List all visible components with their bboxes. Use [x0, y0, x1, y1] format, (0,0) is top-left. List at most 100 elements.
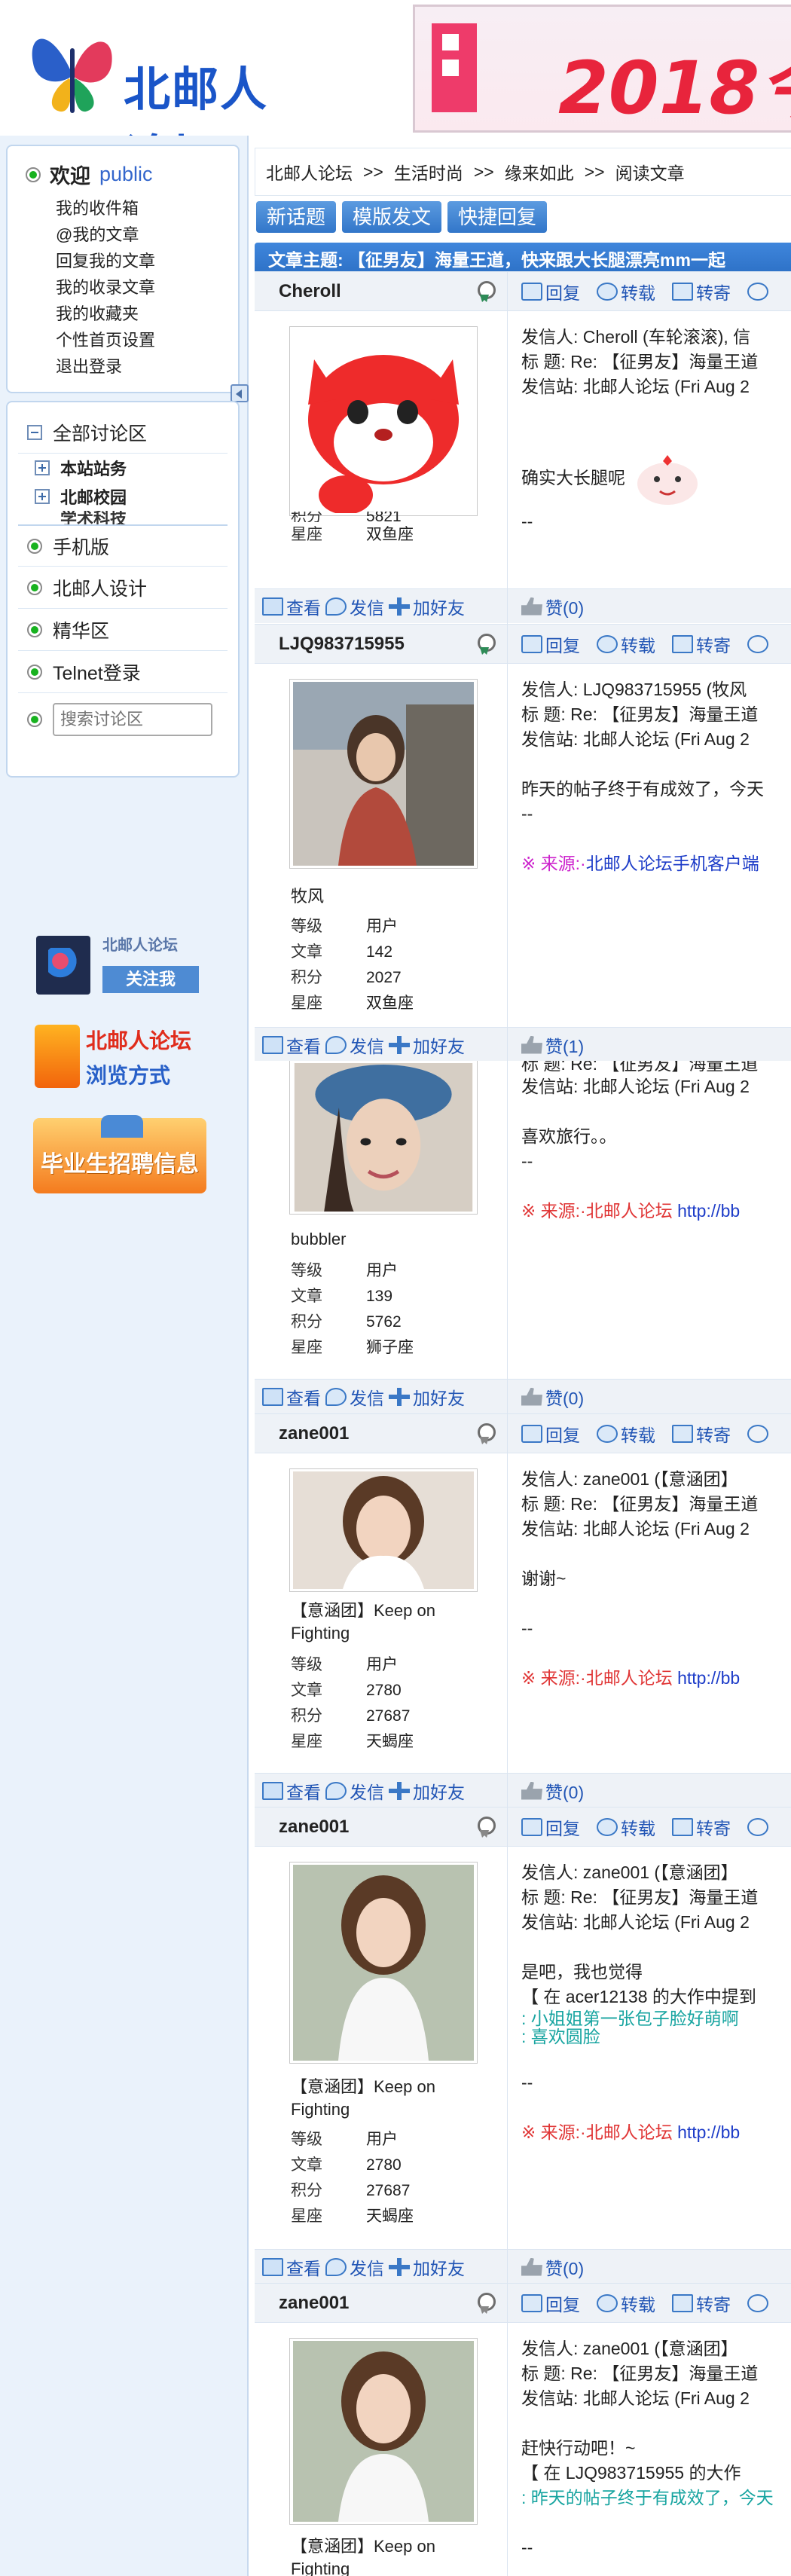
send-message-button[interactable]: 发信 [325, 2254, 384, 2280]
collapse-sidebar-button[interactable] [231, 384, 249, 402]
post: zane001 【意涵团】Keep on Fighting 等级 用户 文章 278… [255, 1413, 791, 1807]
like-button[interactable]: 赞(0) [521, 1778, 584, 1804]
view-profile-button[interactable]: 查看 [262, 1778, 321, 1804]
promo-follow-us[interactable]: 北邮人论坛 关注我 [33, 930, 206, 999]
quote-header: 【 在 LJQ983715955 的大作 [521, 2463, 741, 2483]
source-link[interactable]: 北邮人论坛手机客户端 [586, 854, 759, 873]
source-link[interactable]: http://bb [677, 1201, 740, 1221]
menu-homepage-settings[interactable]: 个性首页设置 [56, 327, 226, 353]
site-logo[interactable]: 北邮人论坛 [27, 18, 306, 185]
more-button[interactable] [747, 634, 768, 653]
post-author[interactable]: zane001 [279, 2293, 349, 2314]
send-message-button[interactable]: 发信 [325, 1778, 384, 1804]
action-label: 回复 [545, 635, 580, 655]
action-label: 回复 [545, 283, 580, 303]
send-to-button[interactable]: 转寄 [672, 1814, 731, 1840]
follow-button[interactable]: 关注我 [102, 966, 199, 993]
send-to-button[interactable]: 转寄 [672, 2290, 731, 2316]
thumbs-up-icon [521, 1387, 542, 1406]
menu-favorites[interactable]: 我的收藏夹 [56, 301, 226, 327]
menu-replies[interactable]: 回复我的文章 [56, 248, 226, 274]
forward-button[interactable]: 转载 [597, 279, 655, 304]
send-to-button[interactable]: 转寄 [672, 631, 731, 657]
breadcrumb-forum[interactable]: 北邮人论坛 [266, 159, 353, 185]
user-panel: 欢迎 public 我的收件箱 @我的文章 回复我的文章 我的收录文章 我的收藏… [6, 145, 240, 393]
reply-button[interactable]: 回复 [521, 1814, 580, 1840]
send-to-button[interactable]: 转寄 [672, 1421, 731, 1447]
quote-line: : 昨天的帖子终于有成效了，今天 [521, 2488, 774, 2507]
menu-inbox[interactable]: 我的收件箱 [56, 195, 226, 222]
new-topic-button[interactable]: 新话题 [256, 201, 337, 233]
board-item-academic[interactable]: 学术科技 [18, 511, 228, 524]
view-profile-button[interactable]: 查看 [262, 594, 321, 619]
view-profile-button[interactable]: 查看 [262, 1032, 321, 1058]
reply-button[interactable]: 回复 [521, 631, 580, 657]
forward-button[interactable]: 转载 [597, 1421, 655, 1447]
send-message-button[interactable]: 发信 [325, 1384, 384, 1410]
board-item-site-affairs[interactable]: 本站站务 [18, 454, 228, 482]
add-friend-button[interactable]: 加好友 [389, 1384, 465, 1410]
post-author[interactable]: zane001 [279, 1817, 349, 1838]
bullet-icon [27, 712, 42, 727]
send-to-button[interactable]: 转寄 [672, 279, 731, 304]
promo-graduate-jobs[interactable]: 毕业生招聘信息 [33, 1114, 206, 1198]
template-post-button[interactable]: 模版发文 [342, 201, 442, 233]
more-button[interactable] [747, 2293, 768, 2312]
post-content-panel: 回复 转载 转寄 发信人: Cheroll (车轮滚滚), 信 标 题: Re:… [508, 272, 791, 624]
forward-icon [597, 282, 618, 301]
view-profile-button[interactable]: 查看 [262, 2254, 321, 2280]
stat-label: 星座 [291, 2208, 322, 2225]
reply-button[interactable]: 回复 [521, 1421, 580, 1447]
source-link[interactable]: http://bb [677, 2122, 740, 2142]
thumbs-up-icon [521, 597, 542, 616]
post-author[interactable]: LJQ983715955 [279, 634, 405, 655]
board-item-campus[interactable]: 北邮校园 [18, 482, 228, 511]
speech-bubble-icon [325, 1781, 347, 1800]
nav-digest[interactable]: 精华区 [18, 609, 228, 651]
like-button[interactable]: 赞(0) [521, 594, 584, 619]
all-boards-label: 全部讨论区 [53, 423, 148, 445]
menu-logout[interactable]: 退出登录 [56, 353, 226, 380]
send-message-button[interactable]: 发信 [325, 594, 384, 619]
nav-telnet[interactable]: Telnet登录 [18, 651, 228, 693]
forward-button[interactable]: 转载 [597, 1814, 655, 1840]
post-author-header: zane001 [255, 2284, 507, 2323]
all-boards-toggle[interactable]: 全部讨论区 [18, 411, 228, 454]
more-button[interactable] [747, 1817, 768, 1836]
more-button[interactable] [747, 282, 768, 301]
menu-collected[interactable]: 我的收录文章 [56, 274, 226, 301]
ad-banner[interactable]: 2018今日 [413, 5, 791, 133]
quick-reply-button[interactable]: 快捷回复 [447, 201, 548, 233]
reply-icon [521, 1424, 542, 1443]
post-reply-text: 确实大长腿呢 [521, 468, 625, 488]
nav-mobile[interactable]: 手机版 [18, 524, 228, 567]
post-sender: 发信人: Cheroll (车轮滚滚), 信 [521, 327, 751, 347]
source-link[interactable]: http://bb [677, 1668, 740, 1688]
send-message-button[interactable]: 发信 [325, 1032, 384, 1058]
promo-browse-mode[interactable]: 北邮人论坛 浏览方式 [33, 1017, 206, 1092]
post-author[interactable]: Cheroll [279, 281, 341, 302]
reply-button[interactable]: 回复 [521, 2290, 580, 2316]
breadcrumb-section[interactable]: 生活时尚 [394, 159, 463, 185]
more-button[interactable] [747, 1424, 768, 1443]
like-button[interactable]: 赞(1) [521, 1032, 584, 1058]
breadcrumb-board[interactable]: 缘来如此 [505, 159, 574, 185]
add-friend-button[interactable]: 加好友 [389, 1032, 465, 1058]
like-button[interactable]: 赞(0) [521, 2254, 584, 2280]
add-friend-button[interactable]: 加好友 [389, 2254, 465, 2280]
forward-button[interactable]: 转载 [597, 2290, 655, 2316]
menu-mentions[interactable]: @我的文章 [56, 222, 226, 248]
view-profile-button[interactable]: 查看 [262, 1384, 321, 1410]
action-label: 发信 [350, 1388, 384, 1408]
username-link[interactable]: public [99, 163, 153, 186]
nav-design[interactable]: 北邮人设计 [18, 567, 228, 609]
add-friend-button[interactable]: 加好友 [389, 594, 465, 619]
post-author[interactable]: zane001 [279, 1423, 349, 1444]
action-label: 转寄 [696, 635, 731, 655]
forward-button[interactable]: 转载 [597, 631, 655, 657]
reply-button[interactable]: 回复 [521, 279, 580, 304]
add-friend-button[interactable]: 加好友 [389, 1778, 465, 1804]
medal-icon [476, 1423, 496, 1446]
like-button[interactable]: 赞(0) [521, 1384, 584, 1410]
board-search-input[interactable] [53, 703, 212, 736]
